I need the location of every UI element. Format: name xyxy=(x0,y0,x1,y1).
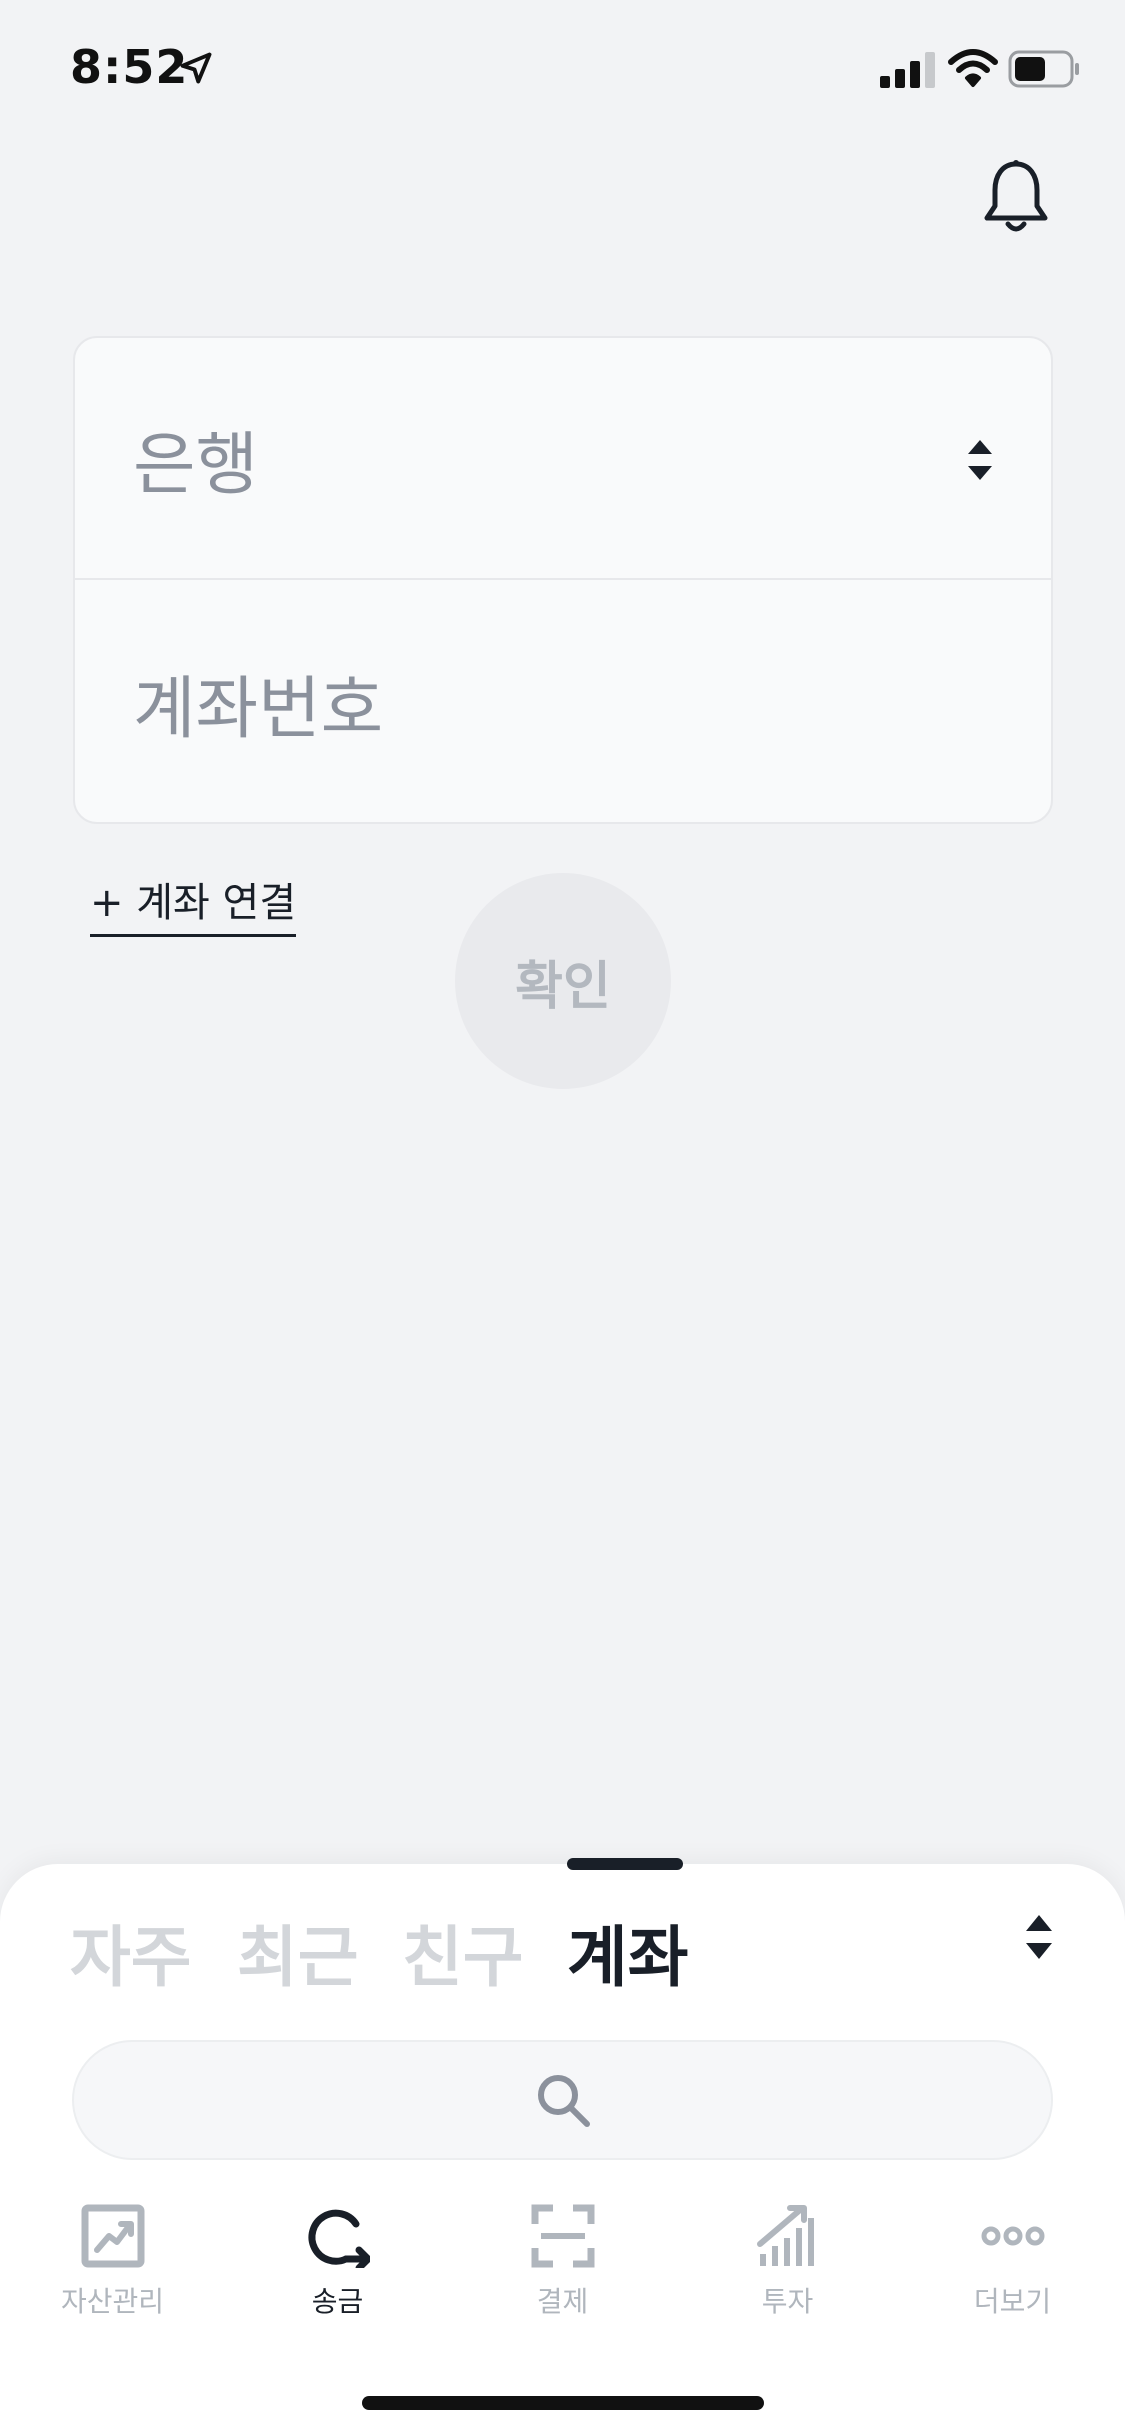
nav-label: 투자 xyxy=(761,2285,814,2318)
search-input[interactable] xyxy=(72,2040,1053,2160)
account-form-card: 은행 계좌번호 xyxy=(73,336,1053,824)
nav-transfer[interactable]: 송금 xyxy=(225,2204,450,2324)
account-number-field[interactable]: 계좌번호 xyxy=(75,581,1051,822)
nav-label: 더보기 xyxy=(973,2285,1052,2318)
status-time: 8:52 xyxy=(70,40,189,94)
nav-payment[interactable]: 결제 xyxy=(450,2204,675,2324)
bank-select[interactable]: 은행 xyxy=(75,338,1051,580)
scan-frame-icon xyxy=(531,2204,594,2268)
bell-icon[interactable] xyxy=(980,158,1052,238)
location-arrow-icon xyxy=(180,52,212,84)
tab-frequent[interactable]: 자주 xyxy=(70,1904,191,2000)
sort-arrows-icon[interactable] xyxy=(1024,1912,1054,1962)
confirm-button[interactable]: 확인 xyxy=(455,873,671,1089)
nav-invest[interactable]: 투자 xyxy=(675,2204,900,2324)
battery-icon xyxy=(1008,50,1079,88)
bank-select-placeholder: 은행 xyxy=(133,425,259,505)
sort-arrows-icon xyxy=(968,440,992,480)
chart-frame-icon xyxy=(81,2204,144,2268)
cellular-signal-icon xyxy=(880,52,935,88)
signal-bars-icon xyxy=(756,2205,814,2266)
sheet-grab-handle[interactable] xyxy=(567,1858,683,1870)
search-icon xyxy=(537,2075,590,2127)
tab-account[interactable]: 계좌 xyxy=(567,1904,688,2000)
nav-asset-management[interactable]: 자산관리 xyxy=(0,2204,225,2324)
account-number-placeholder: 계좌번호 xyxy=(133,669,384,749)
nav-more[interactable]: 더보기 xyxy=(900,2204,1125,2324)
nav-label: 송금 xyxy=(311,2285,364,2318)
home-indicator xyxy=(362,2396,764,2410)
transfer-arrow-icon xyxy=(307,2209,370,2268)
nav-label: 결제 xyxy=(536,2285,589,2318)
add-account-link[interactable]: + 계좌 연결 xyxy=(90,870,297,937)
wifi-icon xyxy=(948,49,998,87)
tab-recent[interactable]: 최근 xyxy=(237,1904,358,2000)
nav-label: 자산관리 xyxy=(60,2285,165,2318)
tab-friends[interactable]: 친구 xyxy=(402,1904,523,2000)
more-dots-icon xyxy=(981,2226,1044,2246)
